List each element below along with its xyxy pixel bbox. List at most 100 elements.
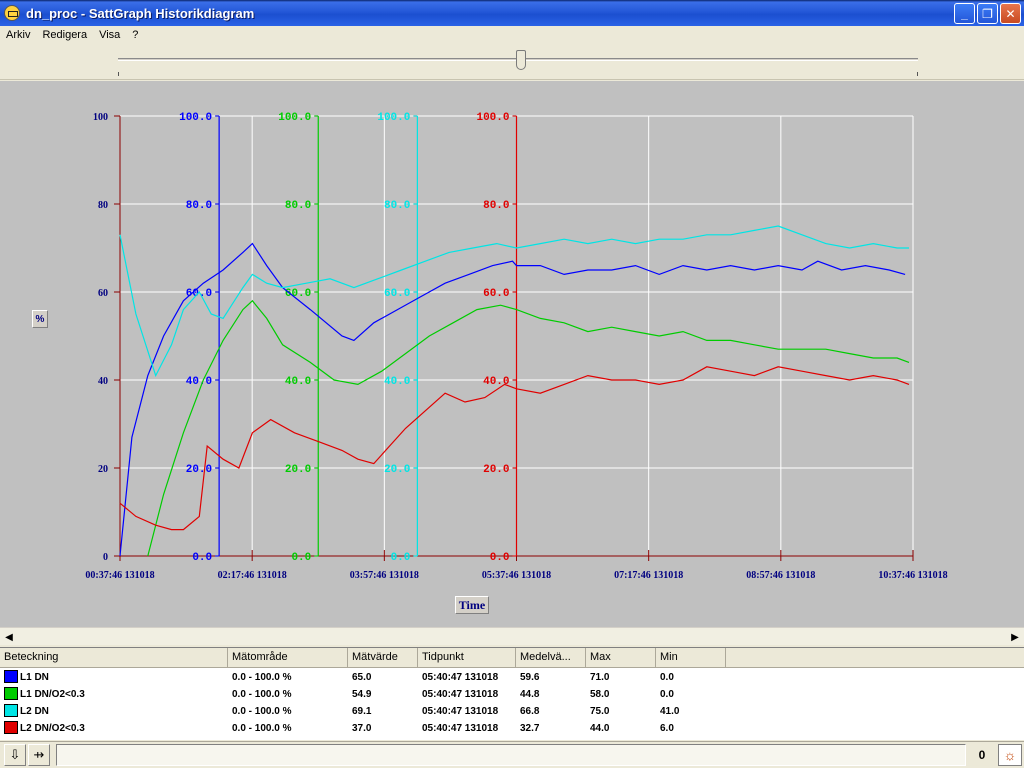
status-field: [56, 744, 966, 766]
table-row[interactable]: L2 DN 0.0 - 100.0 % 69.1 05:40:47 131018 66.…: [0, 703, 1024, 720]
series-axis-label: 20.0: [186, 464, 212, 476]
cell-beteckning: L2 DN: [0, 703, 228, 720]
menu-help[interactable]: ?: [126, 29, 144, 41]
cell-min: 0.0: [660, 672, 674, 683]
cell-matvarde: 65.0: [352, 672, 372, 683]
y-tick-label: 100: [93, 112, 108, 123]
column-header-max[interactable]: Max: [586, 648, 656, 668]
x-tick-label: 08:57:46 131018: [746, 570, 815, 581]
y-tick-label: 60: [98, 288, 108, 299]
status-person-icon[interactable]: ☼: [998, 744, 1022, 766]
cell-medelvarde: 59.6: [520, 672, 540, 683]
series-axis-label: 0.0: [391, 552, 411, 564]
series-axis-label: 100.0: [278, 112, 311, 124]
table-row[interactable]: L1 DN/O2<0.3 0.0 - 100.0 % 54.9 05:40:47 13…: [0, 686, 1024, 703]
x-tick-label: 02:17:46 131018: [218, 570, 287, 581]
cell-matomrade: 0.0 - 100.0 %: [232, 706, 292, 717]
series-axis-label: 100.0: [377, 112, 410, 124]
series-axis-label: 80.0: [186, 200, 212, 212]
x-tick-label: 00:37:46 131018: [85, 570, 154, 581]
column-header-matvarde[interactable]: Mätvärde: [348, 648, 418, 668]
table-row[interactable]: L2 DN/O2<0.3 0.0 - 100.0 % 37.0 05:40:47 13…: [0, 720, 1024, 737]
scroll-left-icon[interactable]: ◀: [1, 629, 17, 645]
series-axis-label: 40.0: [483, 376, 509, 388]
x-tick-label: 10:37:46 131018: [878, 570, 947, 581]
series-line-1: [147, 299, 910, 557]
unit-button[interactable]: %: [32, 310, 48, 328]
arrow-down-icon[interactable]: ⇩: [4, 744, 26, 766]
column-header-beteckning[interactable]: Beteckning: [0, 648, 228, 668]
cell-matvarde: 69.1: [352, 706, 372, 717]
cell-beteckning: L2 DN/O2<0.3: [0, 720, 228, 737]
column-header-tidpunkt[interactable]: Tidpunkt: [418, 648, 516, 668]
series-axis-label: 20.0: [483, 464, 509, 476]
cell-max: 71.0: [590, 672, 610, 683]
cell-medelvarde: 44.8: [520, 689, 540, 700]
minimize-button[interactable]: _: [954, 3, 975, 24]
app-icon[interactable]: [4, 5, 20, 21]
series-color-swatch: [4, 669, 18, 683]
y-tick-label: 80: [98, 200, 108, 211]
column-header-min[interactable]: Min: [656, 648, 726, 668]
table-row[interactable]: L1 DN 0.0 - 100.0 % 65.0 05:40:47 131018 59.…: [0, 669, 1024, 686]
title-bar[interactable]: dn_proc - SattGraph Historikdiagram _ ❐ …: [0, 0, 1024, 26]
series-axis-label: 60.0: [186, 288, 212, 300]
series-axis-label: 20.0: [384, 464, 410, 476]
cell-max: 44.0: [590, 723, 610, 734]
cell-max: 75.0: [590, 706, 610, 717]
maximize-button[interactable]: ❐: [977, 3, 998, 24]
series-line-0: [119, 242, 906, 557]
time-slider-thumb[interactable]: [516, 50, 526, 70]
column-header-matomrade[interactable]: Mätområde: [228, 648, 348, 668]
scan-icon[interactable]: ⇸: [28, 744, 50, 766]
graph-area: 0 20 40 60 80 100 00:37:46 131018 02:17:46 1310…: [0, 81, 1024, 627]
cell-tidpunkt: 05:40:47 131018: [422, 723, 499, 734]
menu-arkiv[interactable]: Arkiv: [0, 29, 36, 41]
horizontal-scrollbar[interactable]: ◀ ▶: [0, 627, 1024, 645]
series-axis-label: 40.0: [384, 376, 410, 388]
cell-tidpunkt: 05:40:47 131018: [422, 706, 499, 717]
series-axis-label: 80.0: [285, 200, 311, 212]
status-count: 0: [978, 748, 986, 762]
y-tick-label: 0: [103, 552, 108, 563]
series-axis-label: 100.0: [476, 112, 509, 124]
cell-min: 0.0: [660, 689, 674, 700]
x-tick-label: 05:37:46 131018: [482, 570, 551, 581]
cell-matomrade: 0.0 - 100.0 %: [232, 672, 292, 683]
signal-table: Beteckning Mätområde Mätvärde Tidpunkt M…: [0, 647, 1024, 740]
cell-medelvarde: 66.8: [520, 706, 540, 717]
cell-min: 41.0: [660, 706, 680, 717]
series-axis-label: 80.0: [384, 200, 410, 212]
column-header-medelvarde[interactable]: Medelvä...: [516, 648, 586, 668]
app-window: dn_proc - SattGraph Historikdiagram _ ❐ …: [0, 0, 1024, 768]
window-title: dn_proc - SattGraph Historikdiagram: [26, 5, 255, 21]
time-axis-button[interactable]: Time: [455, 596, 489, 614]
series-name: L2 DN/O2<0.3: [20, 723, 85, 734]
x-tick-label: 03:57:46 131018: [350, 570, 419, 581]
series-line-3: [119, 366, 910, 531]
slider-tick-end: [917, 72, 918, 76]
menu-redigera[interactable]: Redigera: [36, 29, 93, 41]
series-axis-label: 20.0: [285, 464, 311, 476]
y-tick-label: 40: [98, 376, 108, 387]
y-tick-label: 20: [98, 464, 108, 475]
scroll-right-icon[interactable]: ▶: [1007, 629, 1023, 645]
history-chart[interactable]: 0 20 40 60 80 100 00:37:46 131018 02:17:46 1310…: [0, 81, 1024, 627]
series-axis-label: 40.0: [186, 376, 212, 388]
cell-tidpunkt: 05:40:47 131018: [422, 689, 499, 700]
series-axis-label: 60.0: [285, 288, 311, 300]
cell-min: 6.0: [660, 723, 674, 734]
series-color-swatch: [4, 703, 18, 717]
time-slider-area: [0, 44, 1024, 80]
series-axis-label: 100.0: [179, 112, 212, 124]
series-line-2: [119, 225, 909, 378]
series-axis-label: 0.0: [291, 552, 311, 564]
cell-beteckning: L1 DN/O2<0.3: [0, 686, 228, 703]
status-bar: ⇩ ⇸ 0 ☼: [0, 741, 1024, 768]
cell-tidpunkt: 05:40:47 131018: [422, 672, 499, 683]
series-axis-label: 60.0: [384, 288, 410, 300]
x-tick-label: 07:17:46 131018: [614, 570, 683, 581]
cell-matvarde: 54.9: [352, 689, 372, 700]
close-button[interactable]: ✕: [1000, 3, 1021, 24]
menu-visa[interactable]: Visa: [93, 29, 126, 41]
